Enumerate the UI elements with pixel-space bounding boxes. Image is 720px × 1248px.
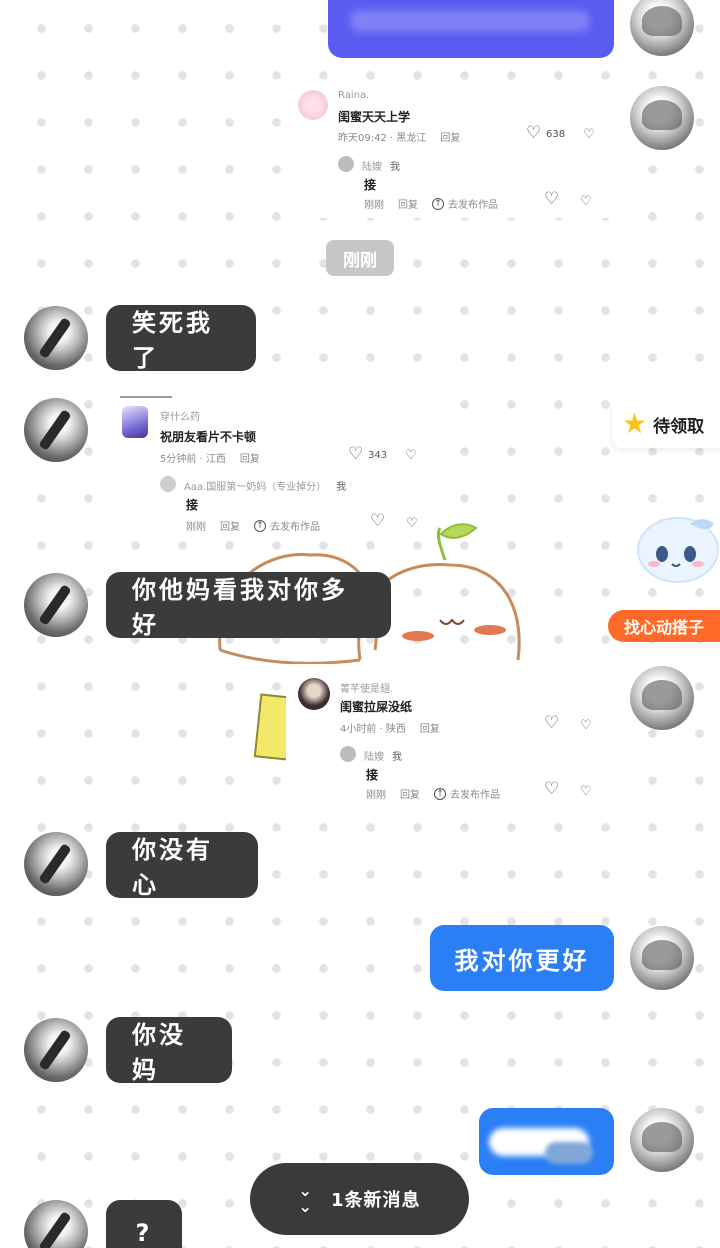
comment-card[interactable]: Raina. 闺蜜天天上学 昨天09:42 · 黑龙江 回复 638 ♡ 陆嫂 … (286, 84, 616, 218)
comment-text: 闺蜜拉屎没纸 (340, 700, 413, 714)
divider (120, 396, 172, 398)
dislike-icon[interactable]: ♡ (583, 127, 595, 142)
blurred-content (350, 10, 590, 32)
commenter-name: Raina. (338, 90, 370, 101)
author-tag: 我 (392, 752, 402, 763)
dislike-icon[interactable]: ♡ (580, 718, 592, 733)
commenter-avatar (298, 678, 330, 710)
comment-text: 闺蜜天天上学 (338, 110, 411, 124)
commenter-avatar (122, 406, 148, 438)
upload-icon: ↑ (434, 787, 446, 800)
mascot-icon[interactable] (630, 500, 720, 586)
friend-avatar[interactable] (24, 832, 88, 896)
reply-link[interactable]: 回复 (398, 196, 418, 211)
comment-text: 祝朋友看片不卡顿 (160, 430, 257, 444)
heart-icon[interactable] (544, 779, 559, 799)
comment-time: 5分钟前 · 江西 (160, 454, 226, 465)
my-avatar[interactable] (630, 86, 694, 150)
new-message-label: 1条新消息 (330, 1190, 421, 1211)
reply-author: 陆嫂 (362, 162, 382, 173)
publish-button[interactable]: ↑ 去发布作品 (434, 786, 500, 801)
reply-avatar (340, 746, 356, 762)
incoming-message[interactable]: 你他妈看我对你多好 (106, 572, 391, 639)
heart-icon[interactable] (526, 123, 541, 143)
publish-button[interactable]: ↑ 去发布作品 (432, 196, 498, 211)
time-divider: 刚刚 (326, 240, 394, 276)
upload-icon: ↑ (432, 197, 444, 210)
like-count: 343 (368, 450, 388, 461)
friend-avatar[interactable] (24, 1018, 88, 1082)
outgoing-bubble-blurred[interactable] (479, 1108, 614, 1175)
incoming-message[interactable]: ? (106, 1200, 182, 1248)
heart-icon[interactable] (544, 713, 559, 733)
friend-avatar[interactable] (24, 573, 88, 637)
author-tag: 我 (390, 162, 400, 173)
friend-avatar[interactable] (24, 1200, 88, 1248)
incoming-message[interactable]: 你没妈 (106, 1017, 232, 1084)
incoming-message[interactable]: 你没有心 (106, 832, 258, 899)
my-avatar[interactable] (630, 666, 694, 730)
heart-icon[interactable] (544, 189, 559, 209)
comment-card[interactable]: 穿什么药 祝朋友看片不卡顿 5分钟前 · 江西 回复 343 ♡ Aaa.国服第… (110, 396, 438, 540)
heart-icon[interactable] (348, 444, 363, 464)
double-chevron-down-icon: ⌄ ⌄ (298, 1181, 313, 1216)
my-avatar[interactable] (630, 926, 694, 990)
comment-card[interactable]: 箐芊使是翅. 闺蜜拉屎没纸 4小时前 · 陕西 回复 ♡ 陆嫂 我 接 刚刚 回… (286, 664, 616, 810)
star-icon: ★ (622, 407, 648, 440)
reply-link[interactable]: 回复 (240, 450, 260, 465)
reply-link[interactable]: 回复 (420, 720, 440, 735)
dislike-icon[interactable]: ♡ (580, 784, 592, 799)
reply-link[interactable]: 回复 (440, 129, 460, 144)
publish-label: 去发布作品 (448, 200, 498, 211)
reply-author: 陆嫂 (364, 752, 384, 763)
my-avatar[interactable] (630, 1108, 694, 1172)
comment-time: 4小时前 · 陕西 (340, 724, 406, 735)
blurred-content (545, 1142, 593, 1164)
incoming-message[interactable]: 笑死我了 (106, 305, 256, 372)
author-tag: 我 (336, 482, 347, 493)
reply-text: 接 (364, 178, 377, 192)
reply-time: 刚刚 (364, 200, 384, 211)
friend-avatar[interactable] (24, 398, 88, 462)
reply-avatar (338, 156, 354, 172)
reply-text: 接 (366, 768, 379, 782)
dislike-icon[interactable]: ♡ (580, 194, 592, 209)
publish-label: 去发布作品 (450, 790, 500, 801)
reply-author: Aaa.国服第一奶妈（专业掉分） (184, 482, 327, 493)
commenter-name: 箐芊使是翅. (340, 684, 394, 695)
reply-time: 刚刚 (366, 790, 386, 801)
find-partner-button[interactable]: 找心动搭子 (608, 610, 720, 642)
dislike-icon[interactable]: ♡ (405, 448, 417, 463)
outgoing-message[interactable]: 我对你更好 (430, 925, 614, 991)
reply-text: 接 (186, 498, 199, 512)
reply-avatar (160, 476, 176, 492)
my-avatar[interactable] (630, 0, 694, 56)
pending-reward-label: 待领取 (653, 416, 705, 437)
commenter-name: 穿什么药 (160, 412, 200, 423)
reply-link[interactable]: 回复 (400, 786, 420, 801)
like-count: 638 (546, 129, 566, 140)
outgoing-bubble-blurred[interactable] (328, 0, 614, 58)
comment-time: 昨天09:42 · 黑龙江 (338, 133, 427, 144)
commenter-avatar (298, 90, 328, 120)
friend-avatar[interactable] (24, 306, 88, 370)
new-message-banner[interactable]: ⌄ ⌄ 1条新消息 (250, 1163, 469, 1235)
pending-reward-button[interactable]: ★ 待领取 (612, 400, 720, 448)
